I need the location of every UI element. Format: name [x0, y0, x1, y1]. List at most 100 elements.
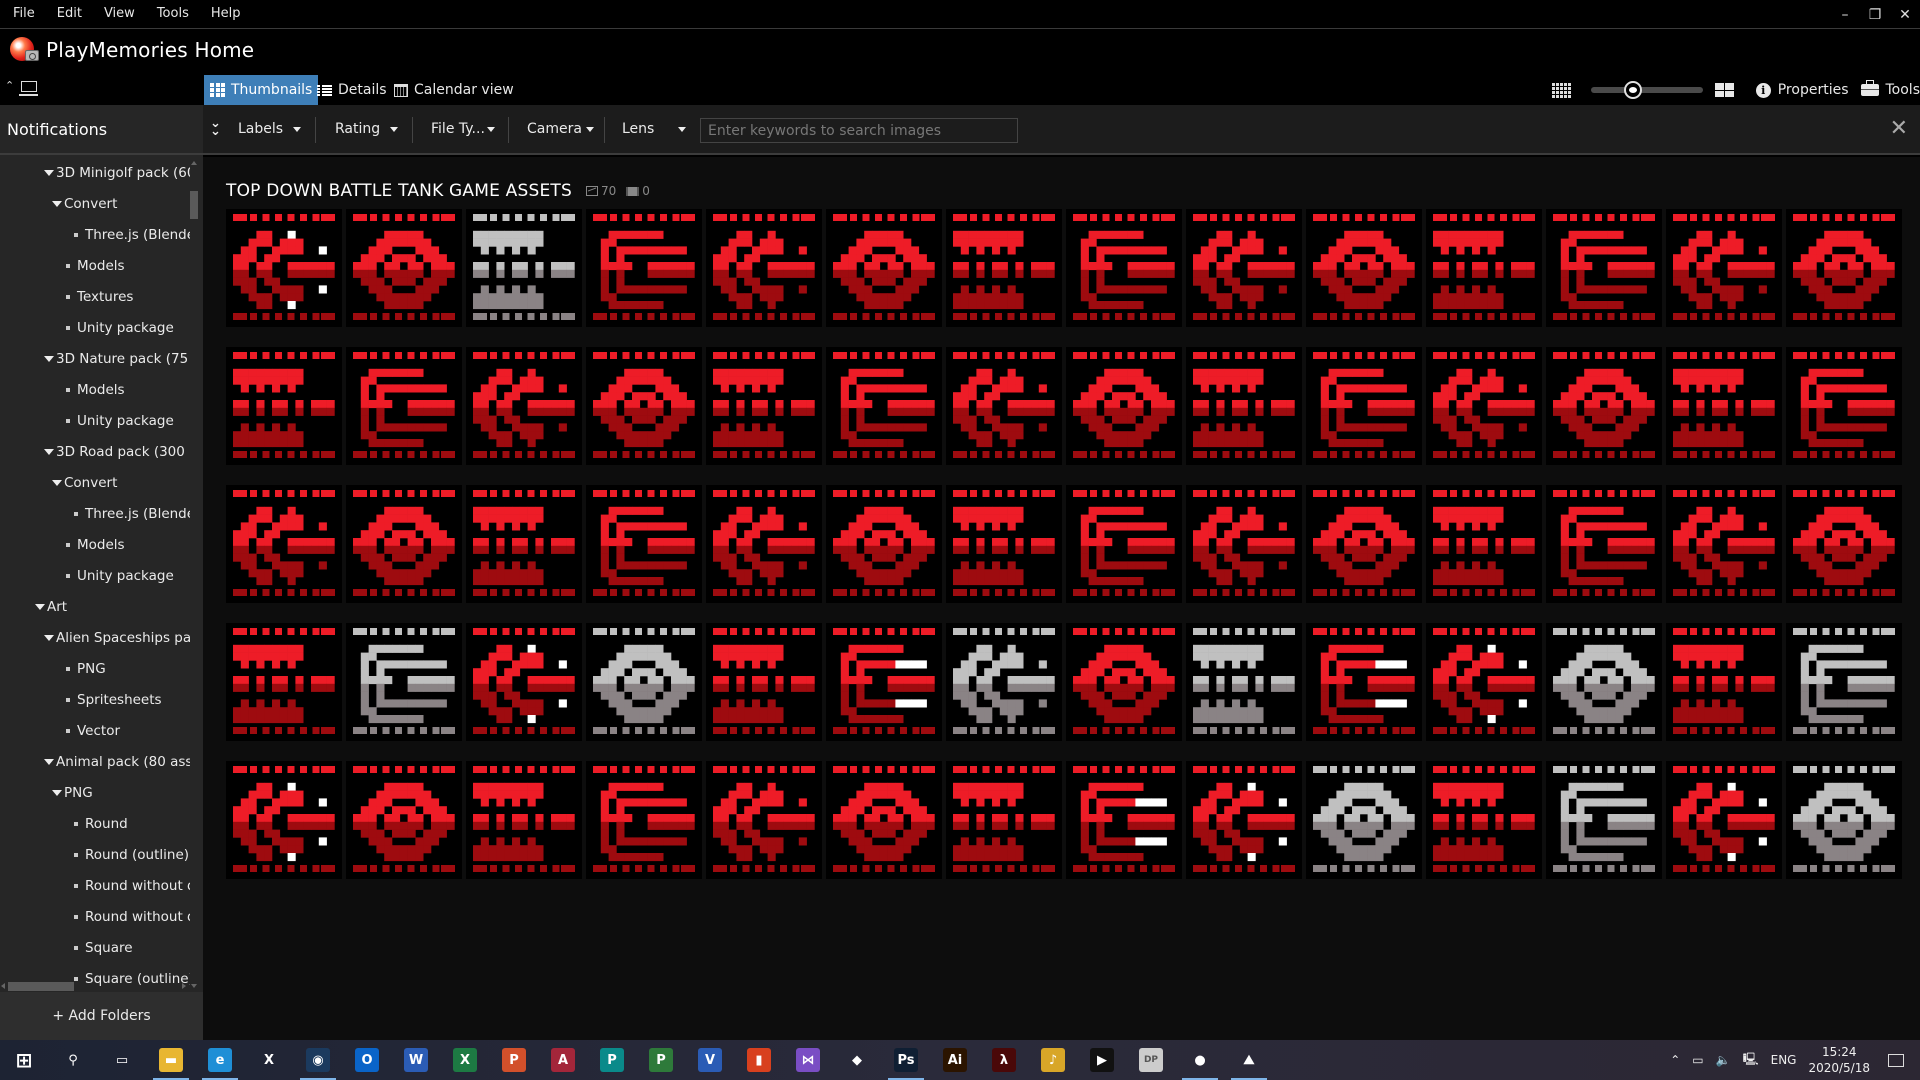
- thumbnail-tile[interactable]: [1426, 347, 1542, 465]
- thumbnail-tile[interactable]: [706, 485, 822, 603]
- thumbnail-tile[interactable]: [1306, 623, 1422, 741]
- monitor-icon[interactable]: [19, 81, 38, 96]
- thumbnail-tile[interactable]: [1066, 623, 1182, 741]
- tree-horizontal-scrollbar[interactable]: [0, 980, 190, 992]
- tools-button[interactable]: Tools: [1860, 80, 1920, 98]
- thumbnail-tile[interactable]: [706, 623, 822, 741]
- taskbar-office-button[interactable]: ▮: [739, 1040, 779, 1080]
- thumbnail-tile[interactable]: [1546, 761, 1662, 879]
- tree-item[interactable]: Convert: [52, 188, 117, 219]
- taskbar-illustrator-button[interactable]: Ai: [935, 1040, 975, 1080]
- battery-icon[interactable]: ▭: [1692, 1053, 1703, 1067]
- properties-button[interactable]: i Properties: [1755, 82, 1849, 98]
- thumbnail-tile[interactable]: [1666, 209, 1782, 327]
- thumbnail-tile[interactable]: [1186, 623, 1302, 741]
- search-input[interactable]: [700, 118, 1018, 143]
- taskbar-acrobat-button[interactable]: λ: [984, 1040, 1024, 1080]
- thumbnail-tile[interactable]: [706, 761, 822, 879]
- thumbnail-tile[interactable]: [466, 623, 582, 741]
- taskbar-task-view-button[interactable]: ▭: [102, 1040, 142, 1080]
- network-icon[interactable]: 🖳: [1743, 1050, 1759, 1071]
- taskbar-visual-studio-button[interactable]: ⋈: [788, 1040, 828, 1080]
- tree-item[interactable]: Alien Spaceships pa: [44, 622, 190, 653]
- tab-thumbnails[interactable]: Thumbnails: [204, 75, 319, 105]
- thumbnail-tile[interactable]: [1786, 347, 1902, 465]
- taskbar-word-button[interactable]: W: [396, 1040, 436, 1080]
- taskbar-powerpoint-button[interactable]: P: [494, 1040, 534, 1080]
- tree-item[interactable]: Textures: [64, 281, 133, 312]
- thumbnail-tile[interactable]: [946, 623, 1062, 741]
- thumbnail-size-slider[interactable]: [1590, 81, 1703, 99]
- thumbnail-tile[interactable]: [826, 347, 942, 465]
- thumbnail-tile[interactable]: [466, 209, 582, 327]
- thumbnail-tile[interactable]: [1546, 623, 1662, 741]
- taskbar-edge-button[interactable]: e: [200, 1040, 240, 1080]
- tree-item[interactable]: Vector: [64, 715, 120, 746]
- tab-details[interactable]: Details: [311, 75, 393, 105]
- tree-item[interactable]: Round: [72, 808, 128, 839]
- restore-button[interactable]: ❐: [1860, 0, 1890, 29]
- thumbnail-tile[interactable]: [586, 209, 702, 327]
- thumbnail-tile[interactable]: [946, 347, 1062, 465]
- scrollbar-thumb[interactable]: [8, 982, 74, 991]
- filter-camera-dropdown[interactable]: Camera: [527, 105, 594, 153]
- filter-rating-dropdown[interactable]: Rating: [335, 105, 399, 153]
- collapse-filters-icon[interactable]: ⌄ ⌄: [210, 117, 221, 138]
- menu-view[interactable]: View: [93, 0, 146, 28]
- expand-arrow-icon[interactable]: [44, 355, 54, 362]
- thumbnail-tile[interactable]: [466, 347, 582, 465]
- tree-item[interactable]: Unity package: [64, 405, 174, 436]
- scroll-left-arrow-icon[interactable]: [1, 983, 5, 989]
- expand-arrow-icon[interactable]: [44, 169, 54, 176]
- thumbnail-tile[interactable]: [826, 209, 942, 327]
- thumbnail-tile[interactable]: [1786, 485, 1902, 603]
- taskbar-start-button[interactable]: ⊞: [4, 1040, 44, 1080]
- tree-item[interactable]: 3D Nature pack (75: [44, 343, 188, 374]
- expand-arrow-icon[interactable]: [44, 448, 54, 455]
- thumbnail-tile[interactable]: [226, 485, 342, 603]
- language-indicator[interactable]: ENG: [1771, 1053, 1797, 1067]
- thumbnail-tile[interactable]: [946, 761, 1062, 879]
- expand-arrow-icon[interactable]: [44, 758, 54, 765]
- taskbar-file-explorer-button[interactable]: ▬: [151, 1040, 191, 1080]
- menu-help[interactable]: Help: [200, 0, 252, 28]
- close-filter-bar-icon[interactable]: ✕: [1890, 117, 1908, 141]
- minimize-button[interactable]: –: [1830, 0, 1860, 29]
- taskbar-publisher-button[interactable]: P: [592, 1040, 632, 1080]
- thumbnail-tile[interactable]: [1066, 347, 1182, 465]
- tree-item[interactable]: Round without d: [72, 870, 190, 901]
- tree-item[interactable]: Art: [35, 591, 67, 622]
- menu-file[interactable]: File: [0, 0, 46, 28]
- tree-item[interactable]: Round (outline): [72, 839, 189, 870]
- tree-item[interactable]: PNG: [64, 653, 106, 684]
- thumbnail-tile[interactable]: [346, 623, 462, 741]
- tree-item[interactable]: PNG: [52, 777, 93, 808]
- taskbar-excel-button[interactable]: X: [445, 1040, 485, 1080]
- thumbnail-tile[interactable]: [1426, 485, 1542, 603]
- add-folders-button[interactable]: + Add Folders: [0, 992, 203, 1040]
- expand-arrow-icon[interactable]: [52, 789, 62, 796]
- thumbnail-tile[interactable]: [1786, 209, 1902, 327]
- thumbnail-tile[interactable]: [1186, 347, 1302, 465]
- scroll-up-arrow-icon[interactable]: [191, 161, 197, 165]
- collapse-up-icon[interactable]: ⌃: [5, 79, 14, 92]
- taskbar-search-button[interactable]: ⚲: [53, 1040, 93, 1080]
- thumbnail-tile[interactable]: [226, 761, 342, 879]
- expand-arrow-icon[interactable]: [52, 200, 62, 207]
- tree-item[interactable]: Square: [72, 932, 133, 963]
- thumbnail-tile[interactable]: [1306, 347, 1422, 465]
- thumbnail-tile[interactable]: [346, 347, 462, 465]
- tree-vertical-scrollbar[interactable]: [188, 157, 200, 992]
- thumbnail-tile[interactable]: [1186, 485, 1302, 603]
- taskbar-media-player-button[interactable]: ▶: [1082, 1040, 1122, 1080]
- taskbar-music-button[interactable]: ♪: [1033, 1040, 1073, 1080]
- notifications-header[interactable]: Notifications: [0, 105, 203, 155]
- taskbar-gamemaker-button[interactable]: ◆: [837, 1040, 877, 1080]
- tree-item[interactable]: Three.js (Blender: [72, 498, 190, 529]
- taskbar-visio-button[interactable]: V: [690, 1040, 730, 1080]
- thumbnail-tile[interactable]: [1666, 347, 1782, 465]
- thumbnail-tile[interactable]: [1066, 485, 1182, 603]
- menu-tools[interactable]: Tools: [146, 0, 200, 28]
- thumbnail-tile[interactable]: [586, 485, 702, 603]
- thumbnail-tile[interactable]: [1066, 761, 1182, 879]
